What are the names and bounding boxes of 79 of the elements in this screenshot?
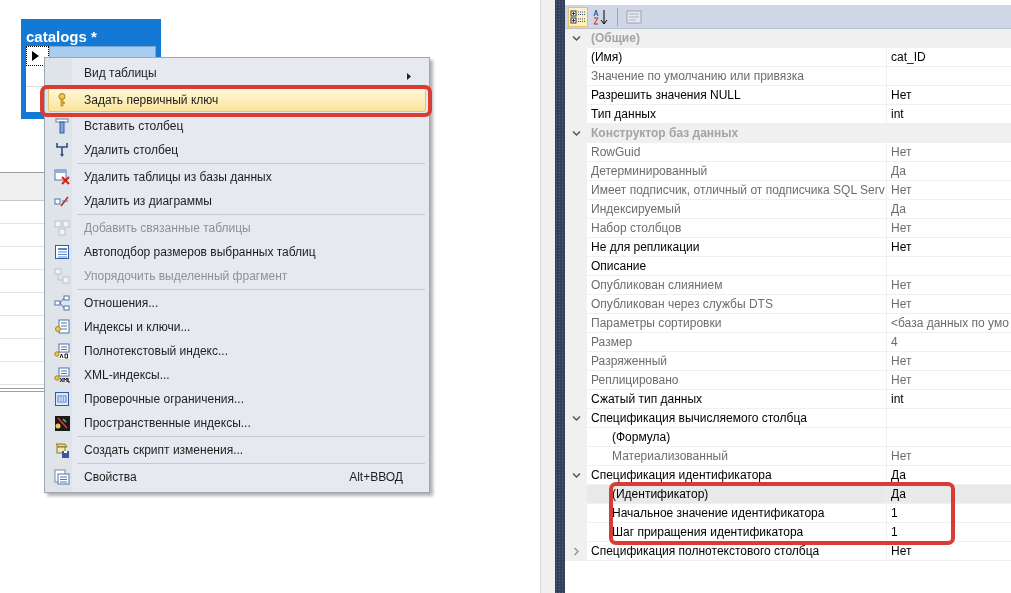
spatial-index-icon (54, 415, 70, 431)
property-value[interactable]: Нет (887, 542, 1011, 561)
table-icon (54, 244, 70, 260)
property-name[interactable]: Имеет подписчик, отличный от подписчика SQL Serv (587, 181, 887, 200)
property-value[interactable]: 1 (887, 523, 1011, 542)
menu-item[interactable]: Автоподбор размеров выбранных таблиц (48, 240, 426, 264)
menu-item[interactable]: Создать скрипт изменения... (48, 438, 426, 462)
column-insert-icon (54, 118, 70, 134)
shortcut-label: Alt+ВВОД (349, 470, 404, 484)
grid-icon (54, 391, 70, 407)
property-value[interactable]: Нет (887, 447, 1011, 466)
property-value[interactable]: Нет (887, 143, 1011, 162)
property-name[interactable]: (Формула) (587, 428, 887, 447)
fulltext-index-icon (54, 343, 70, 359)
property-name[interactable]: Детерминированный (587, 162, 887, 181)
menu-item[interactable]: Задать первичный ключ (48, 88, 426, 112)
menu-item[interactable]: Удалить из диаграммы (48, 189, 426, 213)
row-selector-icon (32, 51, 39, 61)
property-name[interactable]: Не для репликации (587, 238, 887, 257)
property-name[interactable]: RowGuid (587, 143, 887, 162)
properties-icon (54, 469, 70, 485)
menu-item[interactable]: Полнотекстовый индекс... (48, 339, 426, 363)
menu-item[interactable]: Свойства Alt+ВВОД (48, 465, 426, 489)
column-delete-icon (54, 142, 70, 158)
menu-item[interactable]: Индексы и ключи... (48, 315, 426, 339)
property-name[interactable]: Спецификация полнотекстового столбца (587, 542, 887, 561)
property-name[interactable]: Спецификация вычисляемого столбца (587, 409, 887, 428)
menu-item[interactable]: Вставить столбец (48, 114, 426, 138)
property-value[interactable]: Нет (887, 352, 1011, 371)
menu-item[interactable]: Удалить таблицы из базы данных (48, 165, 426, 189)
relationship-icon (54, 295, 70, 311)
property-name[interactable]: Опубликован через службы DTS (587, 295, 887, 314)
property-value[interactable]: Да (887, 485, 1011, 504)
property-value[interactable]: Нет (887, 219, 1011, 238)
categorized-button[interactable] (568, 6, 588, 27)
pages-icon (626, 8, 642, 25)
property-value[interactable]: Нет (887, 181, 1011, 200)
property-name[interactable]: Материализованный (587, 447, 887, 466)
property-value[interactable]: 4 (887, 333, 1011, 352)
property-name[interactable]: Описание (587, 257, 887, 276)
property-name[interactable]: (Имя) (587, 48, 887, 67)
property-value[interactable]: Да (887, 200, 1011, 219)
table-delete-icon (54, 169, 70, 185)
menu-item[interactable]: Вид таблицы (48, 61, 426, 85)
property-name[interactable]: Сжатый тип данных (587, 390, 887, 409)
property-name[interactable]: Размер (587, 333, 887, 352)
tables-icon (54, 220, 70, 236)
property-value[interactable]: cat_ID (887, 48, 1011, 67)
property-value[interactable]: Нет (887, 86, 1011, 105)
index-icon (54, 319, 70, 335)
property-name[interactable]: Индексируемый (587, 200, 887, 219)
property-value[interactable]: Нет (887, 238, 1011, 257)
tables-icon (54, 268, 70, 284)
property-name[interactable]: Опубликован слиянием (587, 276, 887, 295)
table-title: catalogs * (26, 27, 98, 45)
property-name[interactable]: Реплицировано (587, 371, 887, 390)
menu-item[interactable]: Удалить столбец (48, 138, 426, 162)
property-value[interactable]: Нет (887, 371, 1011, 390)
property-name[interactable]: Параметры сортировки (587, 314, 887, 333)
property-value[interactable]: Нет (887, 295, 1011, 314)
property-name[interactable]: Разряженный (587, 352, 887, 371)
property-value[interactable]: 1 (887, 504, 1011, 523)
property-value[interactable]: Нет (887, 276, 1011, 295)
property-name[interactable]: Начальное значение идентификатора (587, 504, 887, 523)
xml-index-icon (54, 367, 70, 383)
property-value[interactable]: Да (887, 162, 1011, 181)
sort-icon (593, 8, 609, 25)
list-icon (570, 8, 586, 25)
menu-item[interactable]: Отношения... (48, 291, 426, 315)
menu-item[interactable]: Проверочные ограничения... (48, 387, 426, 411)
script-icon (54, 442, 70, 458)
menu-item[interactable]: XML-индексы... (48, 363, 426, 387)
property-name[interactable]: Набор столбцов (587, 219, 887, 238)
property-name[interactable]: Значение по умолчанию или привязка (587, 67, 887, 86)
property-name[interactable]: Шаг приращения идентификатора (587, 523, 887, 542)
property-name[interactable]: Разрешить значения NULL (587, 86, 887, 105)
property-value[interactable]: <база данных по умо (887, 314, 1011, 333)
property-value[interactable]: int (887, 390, 1011, 409)
menu-item[interactable]: Пространственные индексы... (48, 411, 426, 435)
